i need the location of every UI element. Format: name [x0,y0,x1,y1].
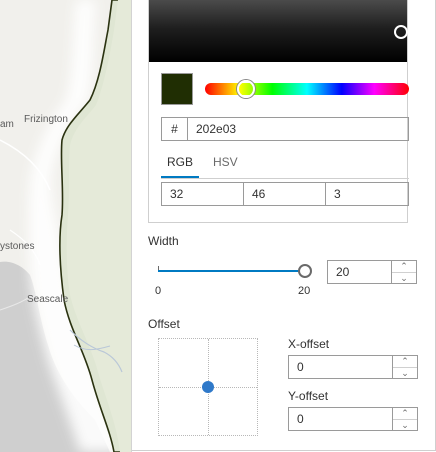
y-offset-label: Y-offset [288,389,329,403]
hue-slider[interactable] [205,83,409,95]
blue-channel-input[interactable] [325,183,408,205]
color-channel-inputs [161,182,409,206]
hex-prefix: # [162,118,188,140]
map-label-frizington: Frizington [24,114,68,125]
width-slider-max-label: 20 [298,285,311,297]
map-label-seascale: Seascale [27,294,69,305]
width-label: Width [148,234,179,248]
x-offset-decrement-icon[interactable]: ⌄ [393,368,417,379]
saturation-value-area[interactable] [149,0,408,62]
hex-input-group: # [161,117,409,141]
green-channel-input[interactable] [243,183,326,205]
tab-rgb[interactable]: RGB [161,150,200,178]
red-channel-input[interactable] [162,183,244,205]
offset-pad[interactable] [158,338,258,436]
hue-slider-handle[interactable] [236,80,255,98]
x-offset-increment-icon[interactable]: ⌃ [393,356,417,368]
offset-label: Offset [148,317,180,331]
width-spinner: ⌃ ⌄ [391,261,416,283]
y-offset-increment-icon[interactable]: ⌃ [393,408,417,420]
map-label-ystones: ystones [0,241,35,252]
map-canvas [0,0,131,452]
selected-color-swatch [161,73,193,105]
width-value-input[interactable] [328,261,391,283]
hex-input[interactable] [188,118,408,140]
y-offset-number-input: ⌃ ⌄ [288,407,418,431]
width-decrement-icon[interactable]: ⌄ [392,273,416,284]
width-increment-icon[interactable]: ⌃ [392,261,416,273]
symbol-style-panel: # RGB HSV Width 0 20 ⌃ ⌄ Offset X-offset [131,0,436,452]
y-offset-decrement-icon[interactable]: ⌄ [393,420,417,431]
x-offset-number-input: ⌃ ⌄ [288,355,418,379]
width-slider-min-label: 0 [155,285,162,297]
saturation-handle[interactable] [394,25,408,39]
y-offset-input[interactable] [289,408,392,430]
x-offset-spinner: ⌃ ⌄ [392,356,417,378]
width-number-input: ⌃ ⌄ [327,260,417,284]
color-mode-tabs: RGB HSV [161,150,409,179]
tab-hsv[interactable]: HSV [207,150,244,178]
color-picker: # RGB HSV [148,0,409,223]
map-label-am: am [0,119,14,130]
width-slider-track[interactable] [158,270,305,272]
map-view[interactable]: am Frizington ystones Seascale [0,0,131,452]
y-offset-spinner: ⌃ ⌄ [392,408,417,430]
x-offset-input[interactable] [289,356,392,378]
offset-pad-handle[interactable] [202,381,214,393]
width-slider-handle[interactable] [298,264,312,278]
x-offset-label: X-offset [288,337,330,351]
